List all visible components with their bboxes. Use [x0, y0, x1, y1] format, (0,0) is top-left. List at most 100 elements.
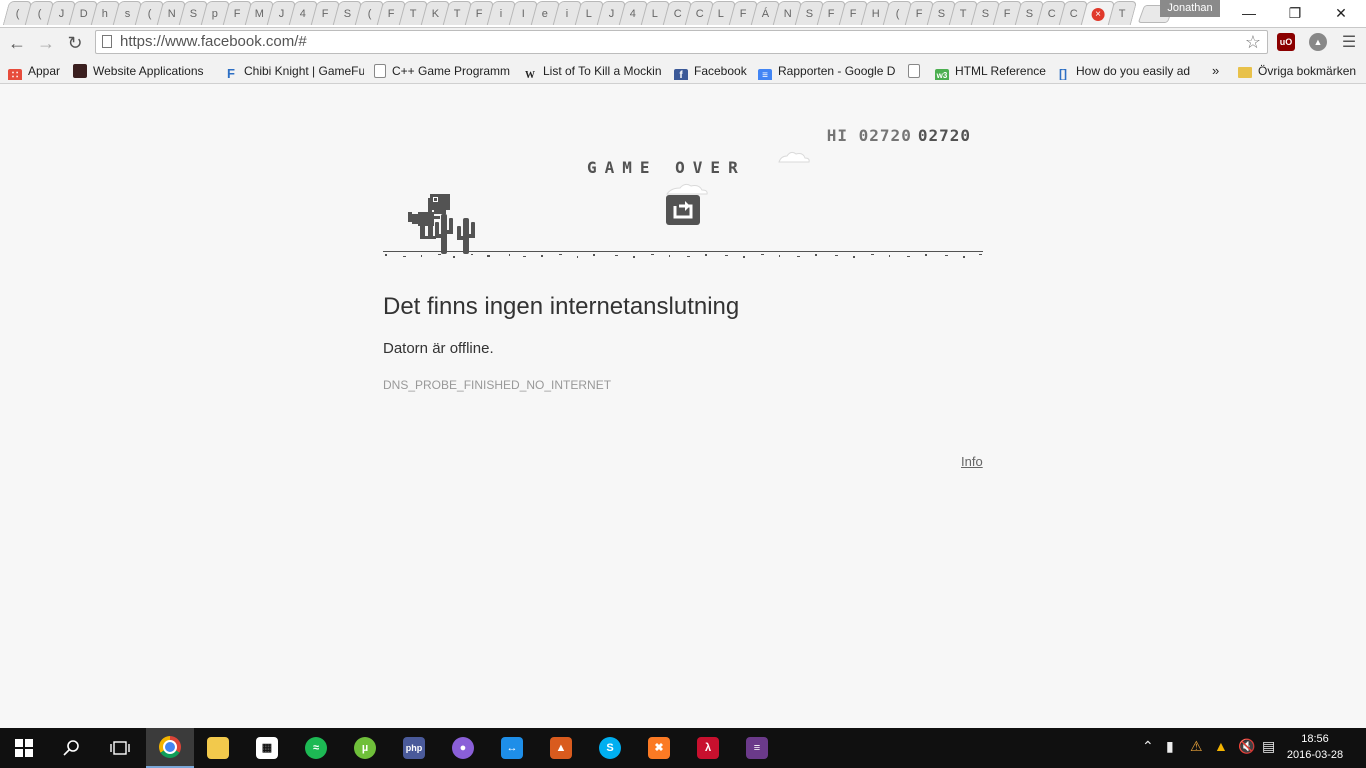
page-icon — [908, 64, 920, 78]
tab-favicon-label: S — [1025, 8, 1033, 20]
browser-tab[interactable]: T — [1107, 1, 1138, 25]
taskbar-store[interactable]: ▦ — [243, 728, 291, 768]
tab-list: ((J Dh s (N Sp F M J 4 F S (F T K T Fi Ie i L J 4 L C C L F Á N S F F H… — [2, 1, 1175, 27]
game-over-text: GAME OVER — [587, 158, 746, 177]
bookmark-rapporten[interactable]: ≡ Rapporten - Google D — [758, 62, 895, 80]
taskbar-github[interactable]: ● — [439, 728, 487, 768]
tab-favicon-label: J — [278, 8, 284, 20]
error-code: DNS_PROBE_FINISHED_NO_INTERNET — [383, 378, 612, 392]
spotify-icon: ≈ — [305, 737, 327, 759]
clock-date: 2016-03-28 — [1286, 749, 1344, 761]
cactus-icon — [435, 214, 475, 254]
forward-button[interactable]: → — [35, 32, 57, 54]
taskbar-utorrent[interactable]: µ — [341, 728, 389, 768]
profile-button[interactable]: Jonathan — [1160, 0, 1220, 17]
hi-score: HI 02720 — [826, 126, 912, 145]
other-bookmarks-folder[interactable]: Övriga bokmärken — [1238, 62, 1363, 80]
bookmark-how-do-you-easily[interactable]: [] How do you easily ad — [1056, 62, 1194, 80]
tab-favicon-label: p — [212, 8, 219, 20]
tab-favicon-label: S — [981, 8, 989, 20]
ground-texture — [385, 254, 982, 258]
tab-favicon-label: T — [959, 8, 967, 20]
tab-favicon-label: S — [343, 8, 351, 20]
taskbar-skype[interactable]: S — [586, 728, 634, 768]
bookmark-cpp-game-programming[interactable]: C++ Game Programm — [374, 62, 514, 80]
tab-favicon-label: J — [608, 8, 614, 20]
notifications-icon[interactable]: ▤ — [1262, 738, 1275, 755]
tab-favicon-label: F — [387, 8, 395, 20]
xampp-icon: ✖ — [648, 737, 670, 759]
taskbar-acrobat[interactable]: λ — [684, 728, 732, 768]
score-display: HI 02720 02720 — [827, 126, 971, 145]
search-button[interactable] — [48, 728, 96, 768]
windows-logo-icon — [15, 739, 33, 757]
error-heading: Det finns ingen internetanslutning — [383, 293, 740, 320]
bookmark-star-icon[interactable]: ☆ — [1245, 32, 1261, 53]
tab-favicon-label: S — [189, 8, 197, 20]
battery-icon[interactable]: ▮ — [1166, 738, 1174, 755]
tab-favicon-label: S — [805, 8, 813, 20]
close-window-button[interactable]: ✕ — [1318, 0, 1364, 26]
taskbar-chrome[interactable] — [146, 728, 194, 768]
ublock-extension-icon[interactable]: uO — [1277, 33, 1295, 51]
bookmark-chibi-knight[interactable]: F Chibi Knight | GameFu — [224, 62, 364, 80]
tab-favicon-label: H — [871, 8, 880, 20]
ground-line — [383, 251, 983, 252]
taskbar-matlab[interactable]: ▲ — [537, 728, 585, 768]
tab-favicon-label: F — [739, 8, 747, 20]
tab-favicon-label: C — [1047, 8, 1056, 20]
address-bar[interactable]: https://www.facebook.com/# ☆ — [95, 30, 1268, 54]
url-text[interactable]: https://www.facebook.com/# — [120, 33, 307, 50]
taskbar-xampp[interactable]: ✖ — [635, 728, 683, 768]
restore-button[interactable]: ❐ — [1272, 0, 1318, 26]
tab-strip: ((J Dh s (N Sp F M J 4 F S (F T K T Fi Ie i L J 4 L C C L F Á N S F F H… — [0, 0, 1366, 28]
restart-button[interactable] — [666, 195, 700, 225]
php-icon: php — [403, 737, 425, 759]
menu-icon[interactable]: ☰ — [1338, 32, 1360, 54]
back-button[interactable]: ← — [6, 32, 28, 54]
taskbar-winrar[interactable]: ≡ — [733, 728, 781, 768]
page-icon — [374, 64, 386, 78]
clock[interactable]: 18:56 2016-03-28 — [1285, 731, 1345, 763]
minimize-button[interactable]: — — [1226, 0, 1272, 26]
bookmark-website-applications[interactable]: Website Applications — [73, 62, 208, 80]
info-link[interactable]: Info — [961, 454, 983, 469]
bookmark-to-kill-a-mockingbird[interactable]: W List of To Kill a Mockin — [523, 62, 663, 80]
tab-favicon-label: F — [1003, 8, 1011, 20]
github-icon: ● — [452, 737, 474, 759]
tab-favicon-label: i — [499, 8, 503, 20]
bookmarks-bar: ∷ Appar Website Applications F Chibi Knigh… — [0, 58, 1366, 84]
tab-favicon-label: L — [718, 8, 725, 20]
bookmark-facebook[interactable]: f Facebook — [674, 62, 749, 80]
matlab-icon: ▲ — [550, 737, 572, 759]
bookmarks-overflow-button[interactable]: » — [1212, 62, 1224, 80]
network-offline-icon[interactable]: ⚠ — [1190, 738, 1203, 755]
dino-game[interactable]: HI 02720 02720 GAME OVER — [383, 120, 983, 260]
tab-favicon-label: i — [565, 8, 569, 20]
tab-favicon-label: h — [102, 8, 109, 20]
reload-button[interactable]: ↻ — [64, 32, 86, 54]
toolbar: ← → ↻ https://www.facebook.com/# ☆ uO ▲ … — [0, 28, 1366, 58]
folder-icon — [1238, 67, 1252, 78]
bookmark-html-reference[interactable]: w3 HTML Reference — [935, 62, 1047, 80]
extension-icon[interactable]: ▲ — [1309, 33, 1327, 51]
tab-favicon-label: N — [167, 8, 176, 20]
tab-favicon-label: S — [937, 8, 945, 20]
start-button[interactable] — [0, 728, 48, 768]
tab-favicon-label: L — [586, 8, 593, 20]
taskbar-php[interactable]: php — [390, 728, 438, 768]
tab-favicon-label: 4 — [630, 8, 637, 20]
bookmark-appar[interactable]: ∷ Appar — [8, 62, 66, 80]
volume-muted-icon[interactable]: 🔇 — [1238, 738, 1255, 755]
google-drive-icon[interactable]: ▲ — [1214, 738, 1228, 754]
taskbar-spotify[interactable]: ≈ — [292, 728, 340, 768]
tab-favicon-label: F — [321, 8, 329, 20]
show-hidden-icons-icon[interactable]: ⌃ — [1142, 738, 1154, 755]
letter-f-icon: F — [227, 66, 235, 81]
task-view-button[interactable] — [96, 728, 144, 768]
taskbar-teamviewer[interactable]: ↔ — [488, 728, 536, 768]
taskbar-file-explorer[interactable] — [194, 728, 242, 768]
bookmark-untitled[interactable] — [908, 62, 926, 80]
tab-favicon-label: e — [542, 8, 549, 20]
tab-favicon-label: F — [475, 8, 483, 20]
